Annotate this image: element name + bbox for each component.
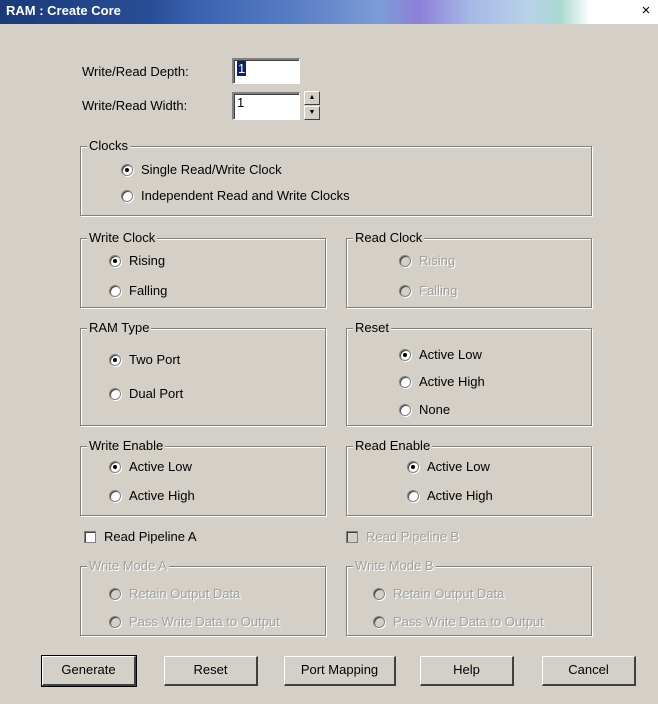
radio-label: None [419,402,451,417]
radio-wma-retain: Retain Output Data [109,585,240,603]
radio-re-active-high[interactable]: Active High [407,487,493,505]
radio-label: Pass Write Data to Output [393,614,544,629]
radio-label: Falling [129,283,168,298]
clocks-group-label: Clocks [87,138,131,153]
checkbox-icon [84,530,96,543]
radio-reset-active-low[interactable]: Active Low [399,346,482,364]
radio-selected-icon [109,254,121,267]
read-clock-group: Read Clock Rising Falling [346,230,592,308]
read-enable-group: Read Enable Active Low Active High [346,438,592,516]
width-spinner[interactable]: ▲ ▼ [304,91,320,120]
reset-button[interactable]: Reset [164,656,258,686]
radio-write-falling[interactable]: Falling [109,282,167,300]
write-enable-group: Write Enable Active Low Active High [80,438,326,516]
radio-re-active-low[interactable]: Active Low [407,458,490,476]
write-mode-a-group: Write Mode A Retain Output Data Pass Wri… [80,558,326,636]
radio-wma-pass: Pass Write Data to Output [109,613,280,631]
title-bar[interactable]: RAM : Create Core × [0,0,658,24]
radio-label: Active Low [427,459,490,474]
generate-button[interactable]: Generate [41,655,137,687]
width-label: Write/Read Width: [82,98,188,113]
radio-reset-none[interactable]: None [399,401,450,419]
radio-disabled-icon [109,615,121,628]
checkbox-icon [346,530,358,543]
radio-label: Retain Output Data [393,586,505,601]
radio-selected-icon [109,353,121,366]
close-icon[interactable]: × [638,2,654,20]
write-enable-label: Write Enable [87,438,166,453]
checkbox-label: Read Pipeline A [104,529,197,544]
radio-label: Two Port [129,352,181,367]
radio-label: Rising [129,253,166,268]
radio-label: Dual Port [129,386,184,401]
write-mode-b-label: Write Mode B [353,558,436,573]
radio-independent-clocks[interactable]: Independent Read and Write Clocks [121,187,350,205]
radio-wmb-retain: Retain Output Data [373,585,504,603]
window-title: RAM : Create Core [6,3,121,18]
radio-dual-port[interactable]: Dual Port [109,385,183,403]
radio-label: Retain Output Data [129,586,241,601]
radio-two-port[interactable]: Two Port [109,351,180,369]
ram-type-group: RAM Type Two Port Dual Port [80,320,326,426]
radio-disabled-icon [399,254,411,267]
radio-label: Active High [419,374,485,389]
write-clock-group: Write Clock Rising Falling [80,230,326,308]
radio-label: Falling [419,283,458,298]
radio-label: Pass Write Data to Output [129,614,280,629]
port-mapping-button[interactable]: Port Mapping [284,656,396,686]
radio-wmb-pass: Pass Write Data to Output [373,613,544,631]
read-pipeline-a-checkbox[interactable]: Read Pipeline A [84,528,197,546]
reset-group: Reset Active Low Active High None [346,320,592,426]
radio-label: Active High [129,488,195,503]
radio-label: Independent Read and Write Clocks [141,188,350,203]
radio-disabled-icon [373,587,385,600]
radio-unselected-icon [121,189,133,202]
depth-value: 1 [237,61,247,76]
read-pipeline-b-checkbox: Read Pipeline B [346,528,459,546]
width-value: 1 [237,95,245,110]
radio-single-clock[interactable]: Single Read/Write Clock [121,161,282,179]
read-enable-label: Read Enable [353,438,433,453]
radio-disabled-icon [109,587,121,600]
radio-label: Active High [427,488,493,503]
clocks-group: Clocks Single Read/Write Clock Independe… [80,138,592,216]
radio-label: Rising [419,253,456,268]
radio-selected-icon [407,460,419,473]
radio-label: Single Read/Write Clock [141,162,282,177]
ram-create-core-dialog: RAM : Create Core × Write/Read Depth: 1 … [0,0,658,704]
depth-label: Write/Read Depth: [82,64,189,79]
radio-unselected-icon [109,489,121,502]
radio-read-falling: Falling [399,282,457,300]
radio-label: Active Low [129,459,192,474]
radio-unselected-icon [407,489,419,502]
radio-disabled-icon [399,284,411,297]
radio-reset-active-high[interactable]: Active High [399,373,485,391]
radio-unselected-icon [399,403,411,416]
spin-down-icon[interactable]: ▼ [304,106,320,120]
radio-selected-icon [109,460,121,473]
radio-read-rising: Rising [399,252,455,270]
radio-we-active-high[interactable]: Active High [109,487,195,505]
help-button[interactable]: Help [420,656,514,686]
cancel-button[interactable]: Cancel [542,656,636,686]
checkbox-label: Read Pipeline B [366,529,460,544]
width-input[interactable]: 1 [232,92,300,120]
write-mode-a-label: Write Mode A [87,558,169,573]
depth-input[interactable]: 1 [232,58,300,84]
radio-we-active-low[interactable]: Active Low [109,458,192,476]
radio-selected-icon [121,163,133,176]
ram-type-label: RAM Type [87,320,152,335]
write-clock-label: Write Clock [87,230,158,245]
radio-write-rising[interactable]: Rising [109,252,165,270]
radio-label: Active Low [419,347,482,362]
spin-up-icon[interactable]: ▲ [304,91,320,105]
radio-unselected-icon [399,375,411,388]
reset-group-label: Reset [353,320,391,335]
read-clock-label: Read Clock [353,230,425,245]
write-mode-b-group: Write Mode B Retain Output Data Pass Wri… [346,558,592,636]
radio-unselected-icon [109,284,121,297]
radio-selected-icon [399,348,411,361]
radio-unselected-icon [109,387,121,400]
radio-disabled-icon [373,615,385,628]
